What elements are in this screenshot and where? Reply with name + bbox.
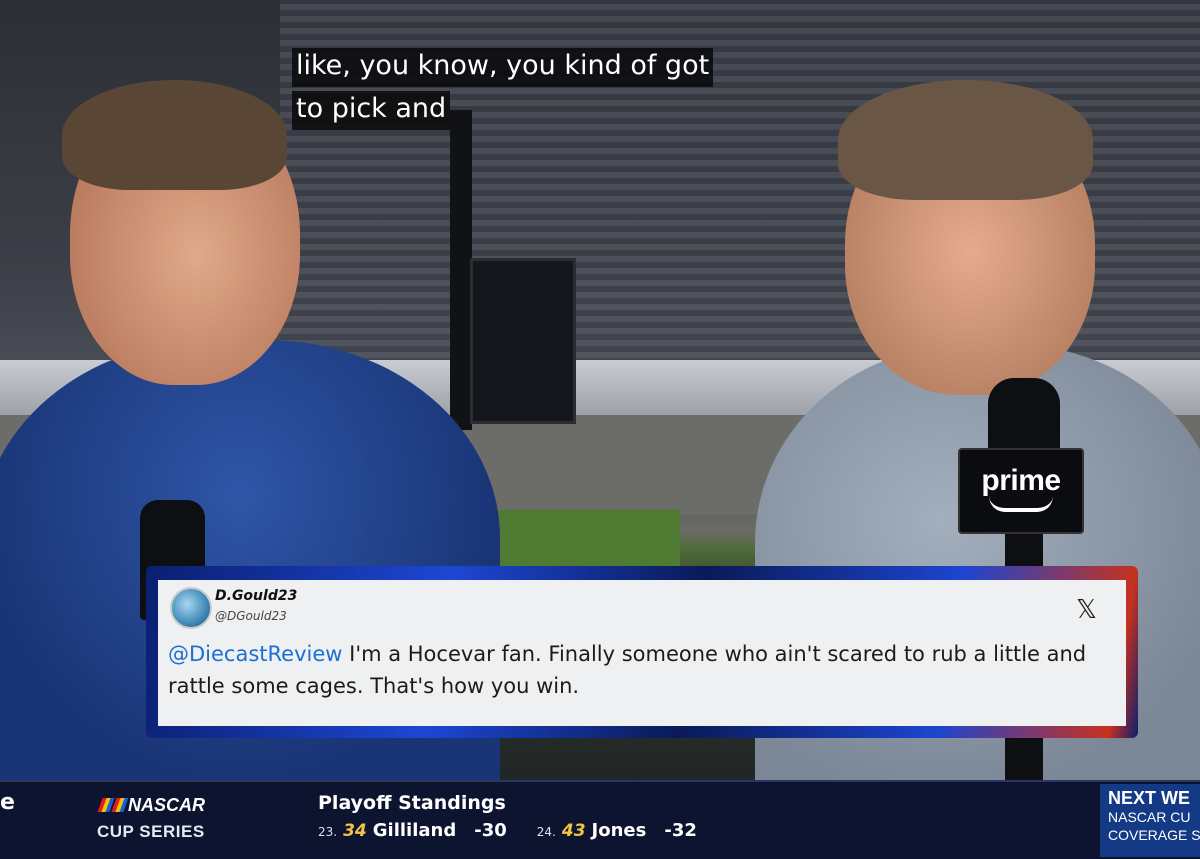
nascar-bars-icon	[97, 798, 129, 812]
light-pole	[450, 110, 472, 430]
car-number: 34	[343, 821, 367, 841]
next-week-line-3: COVERAGE STA	[1108, 827, 1200, 843]
standing-position: 23.	[318, 825, 338, 839]
driver-name: Jones	[591, 820, 647, 841]
tweet-display-name: D.Gould23	[215, 588, 298, 604]
nascar-logo: NASCAR	[97, 795, 206, 816]
tweet-body: @DiecastReview I'm a Hocevar fan. Finall…	[168, 638, 1118, 702]
points-behind: -32	[664, 820, 697, 841]
x-logo-icon: 𝕏	[1076, 595, 1097, 625]
caption-line-2: to pick and	[292, 91, 451, 130]
prime-logo-text: prime	[981, 464, 1061, 497]
infield-grass	[480, 510, 680, 570]
prime-mic-flag: prime	[958, 448, 1084, 534]
ticker-edge-letter: e	[0, 790, 15, 815]
standings-row: 23. 34 Gilliland -30 24. 43 Jones -32	[318, 820, 727, 841]
standing-position: 24.	[536, 825, 556, 839]
host-right-hair	[838, 80, 1093, 200]
next-week-line-2: NASCAR CU	[1108, 809, 1191, 825]
prime-smile-icon	[989, 496, 1053, 512]
next-week-subtitle: NASCAR CU COVERAGE STA	[1108, 808, 1200, 844]
nascar-logo-text: NASCAR	[128, 795, 206, 815]
driver-name: Gilliland	[372, 820, 457, 841]
avatar	[170, 587, 212, 629]
tweet-handle: @DGould23	[215, 609, 287, 623]
points-behind: -30	[474, 820, 507, 841]
closed-captions: like, you know, you kind of got to pick …	[292, 48, 714, 130]
standings-title: Playoff Standings	[318, 792, 506, 814]
series-label: CUP SERIES	[97, 822, 205, 841]
host-left-hair	[62, 80, 287, 190]
monitor-box	[470, 258, 576, 424]
next-week-title: NEXT WE	[1108, 788, 1191, 808]
car-number: 43	[561, 821, 586, 841]
tweet-mention: @DiecastReview	[168, 642, 343, 666]
caption-line-1: like, you know, you kind of got	[292, 48, 714, 87]
